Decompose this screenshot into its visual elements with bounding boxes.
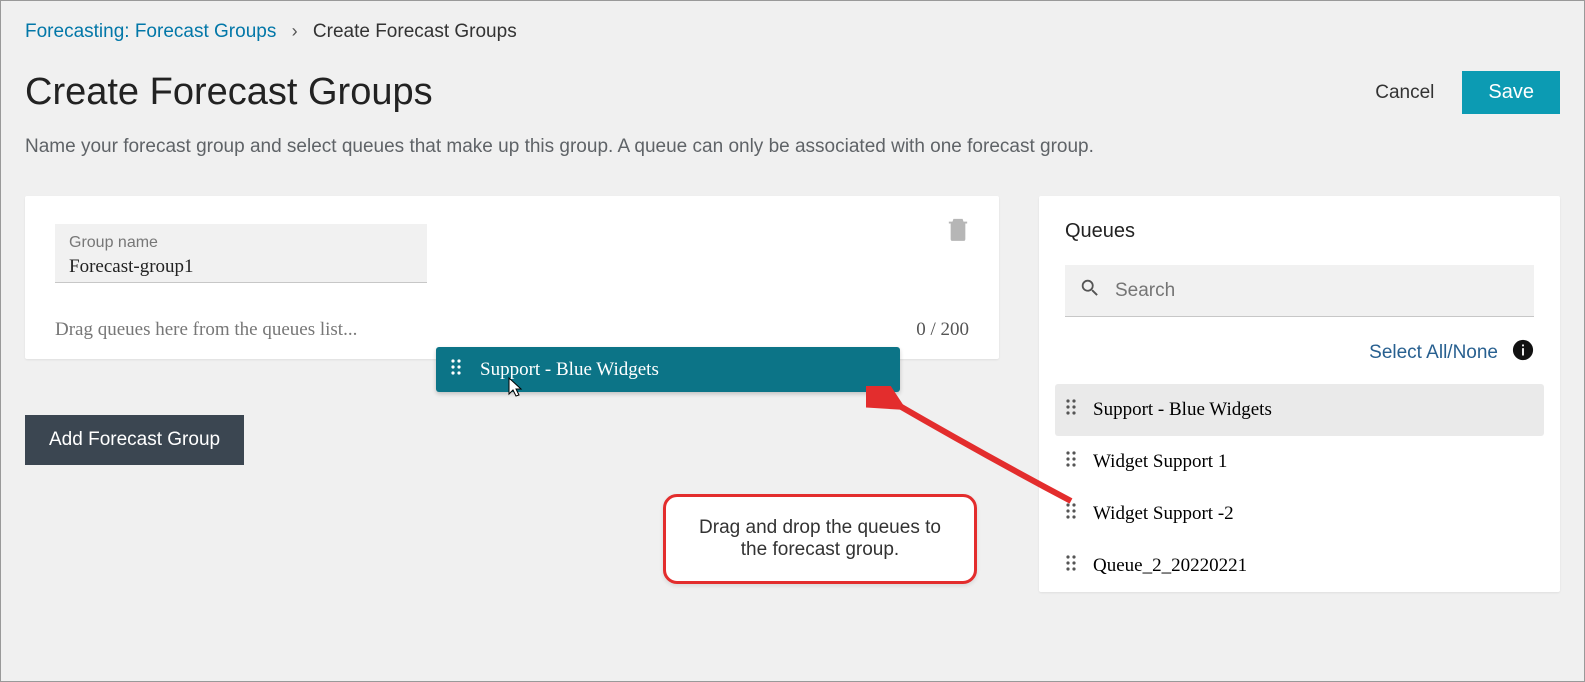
cursor-icon — [506, 376, 526, 403]
queues-panel: Queues Select All/None Support - Blue Wi… — [1039, 196, 1560, 592]
queue-list: Support - Blue Widgets Widget Support 1 … — [1065, 384, 1534, 592]
cancel-button[interactable]: Cancel — [1375, 82, 1434, 104]
drag-handle-icon[interactable] — [1065, 502, 1077, 526]
queue-item[interactable]: Widget Support 1 — [1055, 436, 1544, 488]
queue-search-input[interactable] — [1115, 280, 1520, 302]
breadcrumb-parent-link[interactable]: Forecasting: Forecast Groups — [25, 21, 276, 42]
select-all-none-link[interactable]: Select All/None — [1369, 342, 1498, 364]
drag-handle-icon[interactable] — [1065, 554, 1077, 578]
queue-item-label: Support - Blue Widgets — [1093, 399, 1272, 421]
queue-item[interactable]: Support - Blue Widgets — [1055, 384, 1544, 436]
add-forecast-group-button[interactable]: Add Forecast Group — [25, 415, 244, 465]
queue-item[interactable]: Queue_2_20220221 — [1055, 540, 1544, 592]
breadcrumb-separator-icon: › — [292, 21, 298, 41]
drag-handle-icon[interactable] — [1065, 450, 1077, 474]
group-name-input[interactable] — [69, 256, 413, 278]
forecast-group-card: Group name Drag queues here from the que… — [25, 196, 999, 359]
search-icon — [1079, 277, 1101, 304]
drop-zone-hint[interactable]: Drag queues here from the queues list... — [55, 319, 357, 341]
drag-handle-icon — [450, 358, 462, 382]
info-icon[interactable] — [1512, 339, 1534, 366]
group-name-label: Group name — [69, 234, 413, 252]
queue-item-label: Widget Support -2 — [1093, 503, 1234, 525]
breadcrumb-current: Create Forecast Groups — [313, 21, 517, 42]
queues-panel-title: Queues — [1065, 220, 1534, 243]
queue-counter: 0 / 200 — [916, 319, 969, 341]
drag-handle-icon[interactable] — [1065, 398, 1077, 422]
breadcrumb: Forecasting: Forecast Groups › Create Fo… — [25, 21, 1560, 43]
annotation-tooltip: Drag and drop the queues to the forecast… — [663, 494, 977, 584]
save-button[interactable]: Save — [1462, 71, 1560, 114]
page-title: Create Forecast Groups — [25, 71, 433, 114]
queue-item-label: Queue_2_20220221 — [1093, 555, 1247, 577]
delete-group-icon[interactable] — [947, 216, 969, 247]
queue-item-label: Widget Support 1 — [1093, 451, 1227, 473]
page-description: Name your forecast group and select queu… — [25, 136, 1560, 158]
queue-item[interactable]: Widget Support -2 — [1055, 488, 1544, 540]
